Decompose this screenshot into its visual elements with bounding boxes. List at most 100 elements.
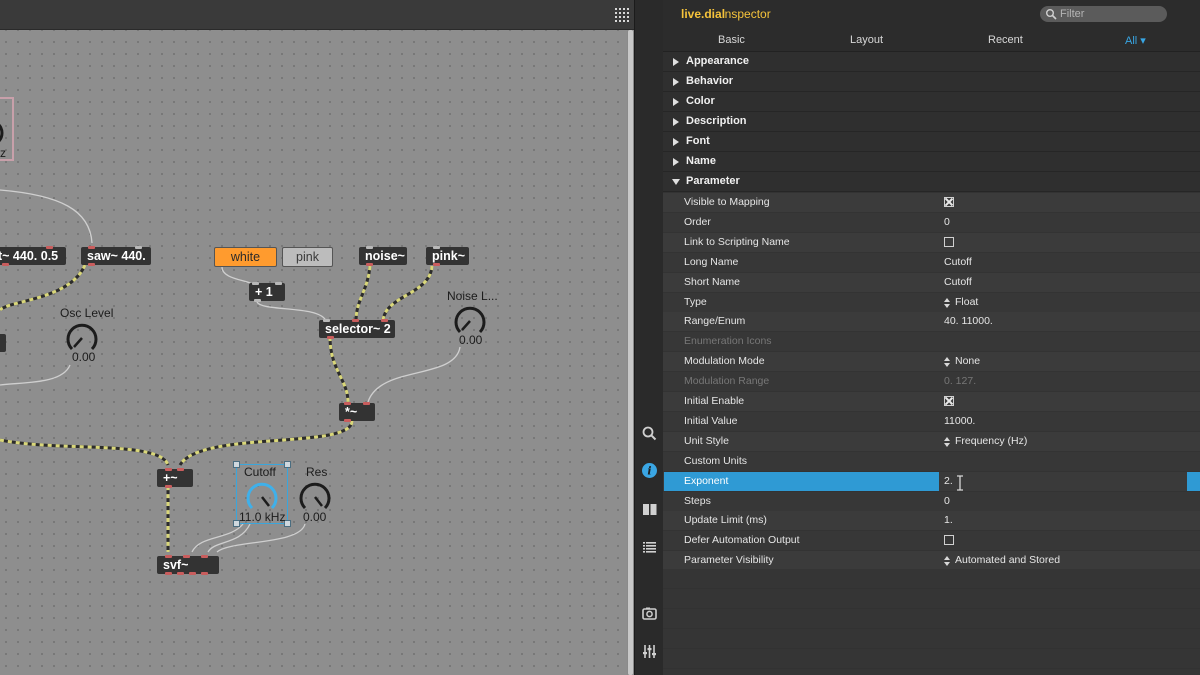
param-row-update-limit-ms[interactable]: Update Limit (ms) 1.: [663, 511, 1200, 532]
cutoff-dial[interactable]: Cutoff 11.0 kHz: [236, 464, 288, 524]
saw-object[interactable]: saw~ 440.: [81, 246, 151, 266]
noise-object[interactable]: noise~: [359, 246, 407, 266]
pink-message[interactable]: pink: [282, 247, 333, 267]
param-row-initial-enable[interactable]: Initial Enable: [663, 392, 1200, 412]
param-row-long-name[interactable]: Long Name Cutoff: [663, 252, 1200, 273]
section-description[interactable]: Description: [663, 112, 1200, 132]
partial-object-left[interactable]: [0, 334, 6, 352]
list-icon[interactable]: [641, 539, 658, 556]
mixer-sliders-icon[interactable]: [641, 643, 658, 660]
section-label: Description: [686, 115, 747, 127]
param-name: Order: [684, 215, 711, 228]
section-color[interactable]: Color: [663, 92, 1200, 112]
param-name: Parameter Visibility: [684, 554, 774, 567]
pink-noise-object[interactable]: pink~: [426, 246, 469, 266]
param-row-link-to-scripting-name[interactable]: Link to Scripting Name: [663, 232, 1200, 253]
chevron-right-icon: [673, 58, 679, 66]
param-value[interactable]: 1.: [944, 514, 953, 526]
noise-object-label: noise~: [365, 249, 405, 263]
param-name: Defer Automation Output: [684, 534, 800, 547]
param-row-short-name[interactable]: Short Name Cutoff: [663, 272, 1200, 293]
search-icon[interactable]: [641, 425, 658, 442]
section-name[interactable]: Name: [663, 152, 1200, 172]
param-checkbox[interactable]: [944, 197, 954, 207]
param-value[interactable]: Frequency (Hz): [955, 435, 1027, 447]
param-name: Steps: [684, 494, 711, 507]
tab-recent[interactable]: Recent: [988, 34, 1023, 46]
columns-icon[interactable]: [641, 501, 658, 518]
param-name: Unit Style: [684, 434, 729, 447]
param-value[interactable]: None: [955, 355, 980, 367]
section-font[interactable]: Font: [663, 132, 1200, 152]
param-value[interactable]: Cutoff: [944, 256, 972, 268]
patcher-canvas[interactable]: z t~ 440. 0.5 saw~ 440. white pink noise…: [0, 0, 634, 675]
camera-icon[interactable]: [641, 605, 658, 622]
param-value[interactable]: 0: [944, 495, 950, 507]
param-row-visible-to-mapping[interactable]: Visible to Mapping: [663, 193, 1200, 213]
param-row-initial-value[interactable]: Initial Value 11000.: [663, 411, 1200, 432]
noise-level-dial[interactable]: Noise L... 0.00: [444, 288, 502, 350]
param-row-exponent[interactable]: Exponent 2.: [663, 471, 1200, 492]
tab-layout[interactable]: Layout: [850, 34, 883, 46]
multiply-object[interactable]: *~: [339, 402, 375, 422]
cutoff-value: 11.0 kHz: [239, 510, 286, 524]
param-row-defer-automation-output[interactable]: Defer Automation Output: [663, 531, 1200, 552]
param-value[interactable]: 40. 11000.: [944, 315, 993, 327]
section-label: Color: [686, 95, 715, 107]
svf-object-label: svf~: [163, 558, 189, 572]
inspector-title-suffix: inspector: [722, 7, 771, 21]
osc-object-partial[interactable]: t~ 440. 0.5: [0, 246, 66, 266]
res-dial[interactable]: Res 0.00: [296, 465, 336, 525]
svg-text:i: i: [647, 465, 651, 478]
param-row-unit-style[interactable]: Unit Style Frequency (Hz): [663, 431, 1200, 452]
param-value[interactable]: 11000.: [944, 415, 975, 427]
enum-spinner-icon[interactable]: [944, 555, 950, 567]
enum-spinner-icon[interactable]: [944, 297, 950, 309]
param-row-range-enum[interactable]: Range/Enum 40. 11000.: [663, 312, 1200, 333]
section-behavior[interactable]: Behavior: [663, 72, 1200, 92]
param-value[interactable]: Float: [955, 296, 978, 308]
osc-object-label: t~ 440. 0.5: [0, 249, 59, 263]
partial-dial[interactable]: [0, 118, 6, 148]
enum-spinner-icon[interactable]: [944, 436, 950, 448]
chevron-down-icon: [672, 179, 680, 185]
plus-signal-object[interactable]: +~: [157, 468, 193, 488]
section-parameter[interactable]: Parameter: [663, 172, 1200, 192]
param-row-modulation-mode[interactable]: Modulation Mode None: [663, 352, 1200, 373]
param-name: Exponent: [684, 474, 729, 487]
pink-noise-object-label: pink~: [432, 249, 465, 263]
param-row-custom-units[interactable]: Custom Units: [663, 451, 1200, 472]
chevron-right-icon: [673, 78, 679, 86]
param-value[interactable]: Automated and Stored: [955, 554, 1060, 566]
cutoff-knob[interactable]: [245, 480, 279, 514]
selector-object[interactable]: selector~ 2: [319, 319, 395, 339]
tab-all[interactable]: All ▾: [1125, 34, 1146, 47]
canvas-scrollbar-thumb[interactable]: [628, 30, 633, 675]
res-label: Res: [306, 465, 328, 479]
osc-level-dial[interactable]: Osc Level 0.00: [56, 305, 114, 367]
param-value[interactable]: Cutoff: [944, 276, 972, 288]
param-row-order[interactable]: Order 0: [663, 212, 1200, 233]
param-row-modulation-range: Modulation Range 0. 127.: [663, 372, 1200, 393]
param-checkbox[interactable]: [944, 396, 954, 406]
param-row-type[interactable]: Type Float: [663, 292, 1200, 313]
param-name: Type: [684, 295, 707, 308]
tab-basic[interactable]: Basic: [718, 34, 745, 46]
search-icon: [1046, 9, 1057, 20]
svf-object[interactable]: svf~: [157, 555, 219, 575]
param-checkbox[interactable]: [944, 535, 954, 546]
res-knob[interactable]: [298, 480, 332, 514]
canvas-scrollbar[interactable]: [627, 30, 634, 675]
plus-one-object[interactable]: + 1: [249, 282, 285, 302]
param-row-steps[interactable]: Steps 0: [663, 491, 1200, 512]
noise-level-value: 0.00: [459, 333, 483, 347]
param-checkbox[interactable]: [944, 236, 954, 247]
enum-spinner-icon[interactable]: [944, 356, 950, 368]
param-value[interactable]: 0: [944, 216, 950, 228]
section-appearance[interactable]: Appearance: [663, 52, 1200, 72]
side-toolbar: i: [634, 0, 663, 675]
filter-input[interactable]: Filter: [1040, 6, 1167, 22]
info-icon[interactable]: i: [641, 462, 658, 479]
white-message[interactable]: white: [214, 247, 277, 267]
param-value[interactable]: 2.: [944, 475, 953, 487]
